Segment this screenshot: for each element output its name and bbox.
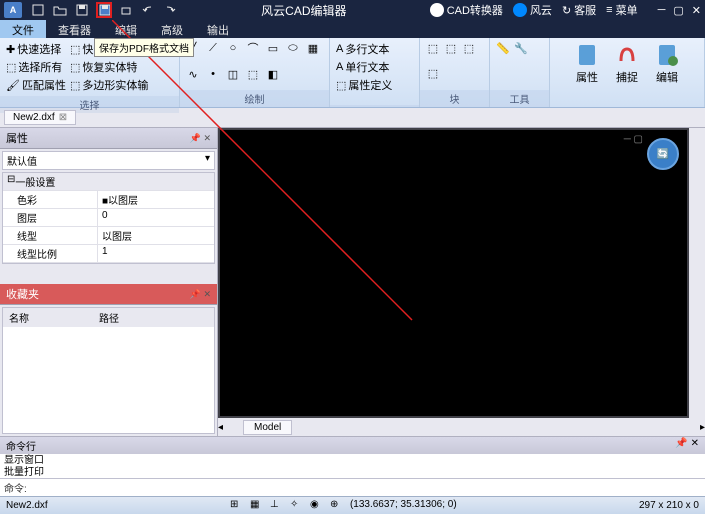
snap-icon (615, 43, 639, 67)
tab-viewer[interactable]: 查看器 (46, 20, 103, 38)
fav-col-name[interactable]: 名称 (3, 308, 93, 327)
snap-toggle-icon[interactable]: ⊞ (230, 499, 244, 513)
prop-row-layer[interactable]: 图层0 (3, 209, 214, 227)
tab-output[interactable]: 输出 (195, 20, 241, 38)
arc-tool-icon[interactable]: ⌒ (246, 41, 260, 55)
tab-nav-right[interactable]: ▸ (700, 422, 705, 433)
osnap-toggle-icon[interactable]: ◉ (310, 499, 324, 513)
spline-tool-icon[interactable]: ∿ (186, 67, 200, 81)
block-create-icon[interactable]: ⬚ (444, 41, 458, 55)
hatch-tool-icon[interactable]: ▦ (306, 41, 320, 55)
menu-button[interactable]: ≡ 菜单 (606, 2, 637, 18)
status-filename: New2.dxf (6, 500, 48, 511)
undo-icon[interactable] (140, 2, 156, 18)
prop-section-general[interactable]: ⊟ 一般设置 (3, 173, 214, 191)
track-toggle-icon[interactable]: ⊕ (330, 499, 344, 513)
menubar: 文件 查看器 编辑 高级 输出 (0, 20, 705, 38)
close-tab-icon[interactable]: ⊠ (59, 112, 67, 123)
circle-tool-icon[interactable]: ○ (226, 41, 240, 55)
pin-icon[interactable]: 📌 ✕ (190, 289, 211, 300)
properties-button[interactable]: 属性 (571, 41, 603, 104)
support-button[interactable]: ↻ 客服 (562, 2, 596, 18)
select-all-button[interactable]: ⬚ 选择所有 (6, 59, 66, 75)
snap-button[interactable]: 捕捉 (611, 41, 643, 104)
status-coords: (133.6637; 35.31306; 0) (350, 499, 457, 513)
canvas-controls[interactable]: ─ ▢ (624, 134, 643, 145)
fengyun-button[interactable]: 风云 (513, 2, 552, 18)
open-file-icon[interactable] (52, 2, 68, 18)
cad-converter-button[interactable]: CAD转换器 (430, 2, 503, 18)
properties-table: ⊟ 一般设置 色彩■以图层 图层0 线型以图层 线型比例1 (2, 172, 215, 264)
app-logo: A (4, 2, 22, 18)
properties-icon (575, 43, 599, 67)
prop-row-ltscale[interactable]: 线型比例1 (3, 245, 214, 263)
drawing-canvas[interactable]: ─ ▢ 🔄 (220, 130, 687, 416)
save-all-icon[interactable] (74, 2, 90, 18)
text-group-label (330, 105, 419, 107)
commandline-history: 显示窗口 批量打印 (0, 454, 705, 478)
block-explode-icon[interactable]: ⬚ (426, 66, 440, 80)
quick-select-button[interactable]: ✚ 快速选择 (6, 41, 66, 57)
view-cube[interactable]: 🔄 (647, 138, 679, 170)
fav-col-path[interactable]: 路径 (93, 308, 125, 327)
tab-edit[interactable]: 编辑 (103, 20, 149, 38)
draw-group-label: 绘制 (180, 90, 329, 107)
ortho-toggle-icon[interactable]: ⊥ (270, 499, 284, 513)
maximize-button[interactable]: ▢ (673, 4, 683, 17)
grid-toggle-icon[interactable]: ▦ (250, 499, 264, 513)
commandline-input[interactable]: 命令: (0, 478, 705, 496)
block-group-label: 块 (420, 90, 489, 107)
statusbar: New2.dxf ⊞ ▦ ⊥ ✧ ◉ ⊕ (133.6637; 35.31306… (0, 496, 705, 514)
pin-icon[interactable]: 📌 ✕ (675, 438, 699, 453)
region-tool-icon[interactable]: ◫ (226, 67, 240, 81)
print-icon[interactable] (118, 2, 134, 18)
match-props-button[interactable]: 🖌 匹配属性 (6, 77, 66, 93)
block-insert-icon[interactable]: ⬚ (426, 41, 440, 55)
favorites-panel-header[interactable]: 收藏夹 📌 ✕ (0, 284, 217, 305)
tab-file[interactable]: 文件 (0, 20, 46, 38)
model-tab-bar: ◂ Model ▸ (218, 418, 705, 436)
restore-entity-button[interactable]: ⬚ 恢复实体特 (70, 59, 148, 75)
polyline-tool-icon[interactable]: ⟋ (206, 41, 220, 55)
block-edit-icon[interactable]: ⬚ (462, 41, 476, 55)
prop-row-color[interactable]: 色彩■以图层 (3, 191, 214, 209)
favorites-list: 名称 路径 (2, 307, 215, 434)
vertical-scrollbar[interactable] (689, 128, 705, 418)
window-title: 风云CAD编辑器 (178, 2, 430, 19)
calc-tool-icon[interactable]: 🔧 (514, 41, 528, 55)
point-tool-icon[interactable]: • (206, 67, 220, 81)
new-file-icon[interactable] (30, 2, 46, 18)
status-dimensions: 297 x 210 x 0 (639, 500, 699, 511)
measure-tool-icon[interactable]: 📏 (496, 41, 510, 55)
wipeout-tool-icon[interactable]: ◧ (266, 67, 280, 81)
polygon-entity-button[interactable]: ⬚ 多边形实体输 (70, 77, 148, 93)
rect-tool-icon[interactable]: ▭ (266, 41, 280, 55)
minimize-button[interactable]: ─ (658, 4, 666, 17)
edit-icon (655, 43, 679, 67)
tab-advanced[interactable]: 高级 (149, 20, 195, 38)
close-button[interactable]: ✕ (692, 4, 701, 17)
boundary-tool-icon[interactable]: ⬚ (246, 67, 260, 81)
titlebar: A 风云CAD编辑器 CAD转换器 风云 ↻ 客服 ≡ 菜单 ─ ▢ ✕ (0, 0, 705, 20)
quick-access-toolbar (30, 2, 178, 18)
tab-nav-left[interactable]: ◂ (218, 422, 223, 433)
commandline-panel: 命令行 📌 ✕ 显示窗口 批量打印 命令: (0, 436, 705, 496)
polar-toggle-icon[interactable]: ✧ (290, 499, 304, 513)
dtext-button[interactable]: A 单行文本 (336, 59, 392, 75)
document-tab[interactable]: New2.dxf ⊠ (4, 110, 76, 125)
properties-panel-header[interactable]: 属性 📌 ✕ (0, 128, 217, 149)
edit-big-button[interactable]: 编辑 (651, 41, 683, 104)
tools-group-label: 工具 (490, 90, 549, 107)
ellipse-tool-icon[interactable]: ⬭ (286, 41, 300, 55)
attdef-button[interactable]: ⬚ 属性定义 (336, 77, 392, 93)
save-pdf-icon[interactable] (96, 2, 112, 18)
pin-icon[interactable]: 📌 ✕ (190, 133, 211, 144)
property-filter-dropdown[interactable]: 默认值▾ (2, 151, 215, 170)
save-pdf-tooltip: 保存为PDF格式文档 (94, 38, 194, 57)
prop-row-linetype[interactable]: 线型以图层 (3, 227, 214, 245)
model-tab[interactable]: Model (243, 420, 292, 435)
commandline-header[interactable]: 命令行 📌 ✕ (0, 437, 705, 454)
mtext-button[interactable]: A 多行文本 (336, 41, 392, 57)
redo-icon[interactable] (162, 2, 178, 18)
